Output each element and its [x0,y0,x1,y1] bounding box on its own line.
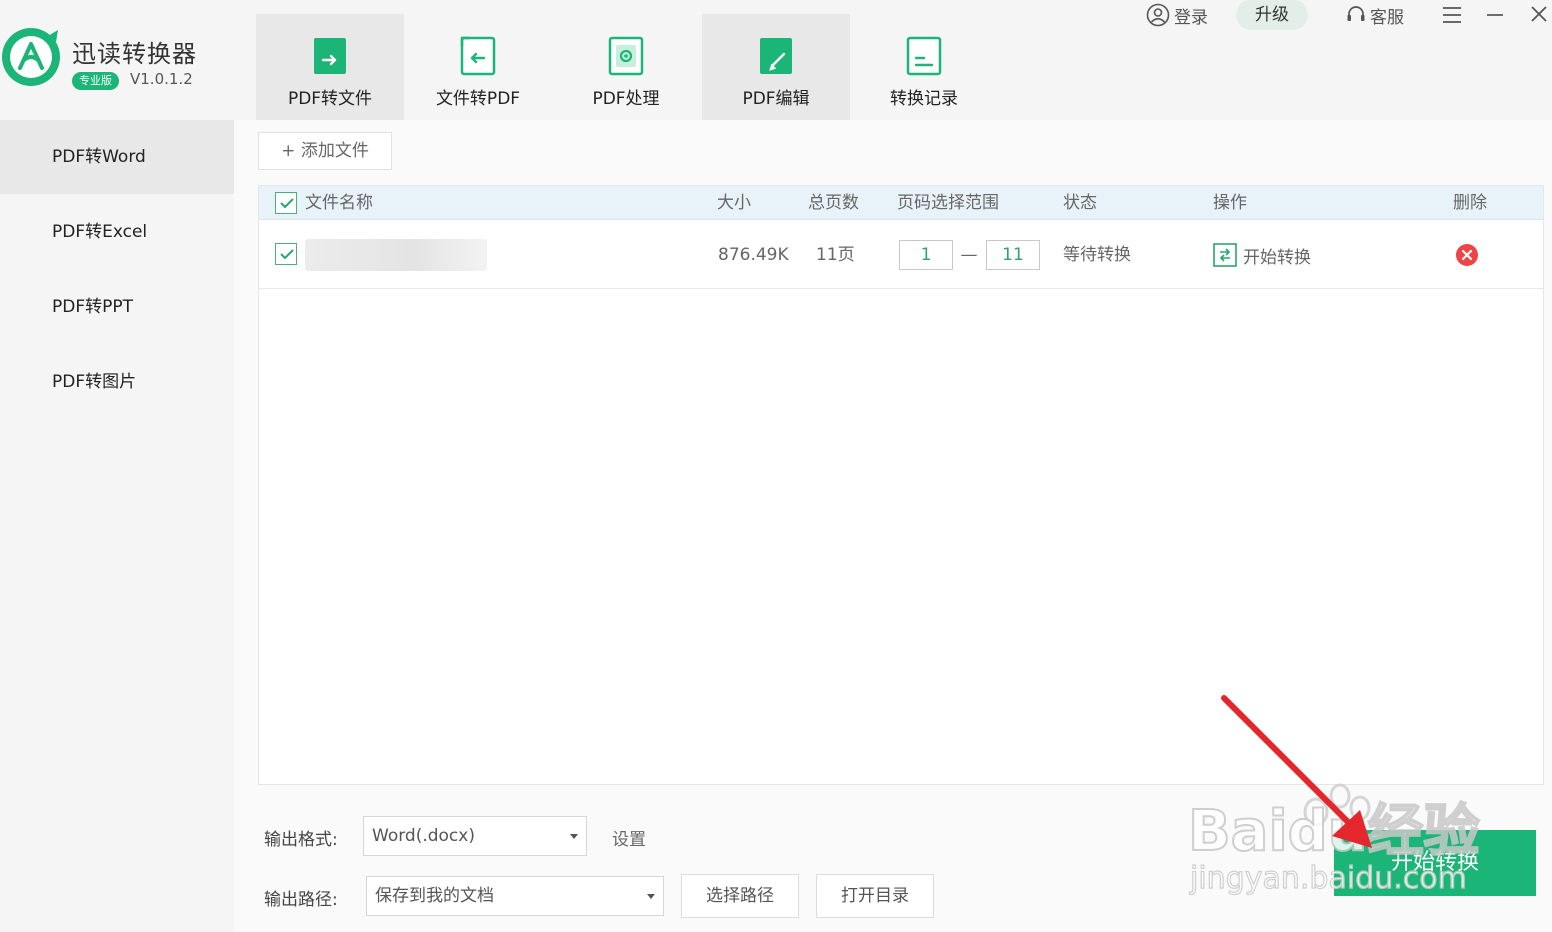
login-button[interactable]: 登录 [1146,0,1208,30]
column-header-action: 操作 [1213,193,1247,213]
output-format-value: Word(.docx) [372,826,475,846]
column-header-size: 大小 [717,193,751,213]
customer-service-label: 客服 [1370,7,1404,28]
convert-icon [1213,243,1237,267]
tab-pdf-to-file[interactable]: PDF转文件 [256,14,404,120]
sidebar-item-pdf-to-word[interactable]: PDF转Word [0,120,234,194]
column-header-pages: 总页数 [808,193,859,213]
row-action-label: 开始转换 [1243,247,1311,268]
check-icon [280,198,294,209]
file-size: 876.49K [718,245,789,265]
output-format-select[interactable]: Word(.docx) [363,816,587,856]
pdf-process-icon [608,36,644,76]
column-header-delete: 删除 [1453,193,1487,213]
page-range-from-input[interactable]: 1 [899,240,953,270]
page-range-to-input[interactable]: 11 [986,240,1040,270]
add-file-button[interactable]: + 添加文件 [258,132,392,170]
app-logo-icon [2,28,60,86]
headset-icon [1347,6,1365,21]
sidebar-item-pdf-to-excel[interactable]: PDF转Excel [0,195,234,269]
column-header-status: 状态 [1063,193,1097,213]
settings-link[interactable]: 设置 [612,825,646,850]
tab-label: PDF转文件 [287,89,373,109]
pdf-edit-icon [760,38,792,74]
minimize-icon[interactable] [1486,6,1504,24]
output-format-label: 输出格式: [264,830,338,850]
user-icon [1146,3,1170,27]
tab-label: PDF处理 [592,89,660,109]
sidebar: PDF转Word PDF转Excel PDF转PPT PDF转图片 [0,120,234,932]
range-separator: — [960,245,978,265]
tab-file-to-pdf[interactable]: 文件转PDF [404,14,552,120]
tab-label: 文件转PDF [435,89,521,109]
tab-conversion-history[interactable]: 转换记录 [850,14,998,120]
file-table: 文件名称 大小 总页数 页码选择范围 状态 操作 删除 876.49K 11页 … [258,185,1544,785]
table-row: 876.49K 11页 1 — 11 等待转换 开始转换 [259,221,1543,289]
tab-label: PDF编辑 [742,89,810,109]
column-header-page-range: 页码选择范围 [897,193,999,213]
choose-path-button[interactable]: 选择路径 [681,874,799,918]
file-to-pdf-icon [460,36,496,76]
dropdown-caret-icon [647,894,655,899]
tab-label: 转换记录 [890,89,958,109]
check-icon [280,249,294,260]
tab-pdf-process[interactable]: PDF处理 [552,14,700,120]
login-label: 登录 [1174,7,1208,28]
column-header-filename: 文件名称 [305,193,373,213]
row-status: 等待转换 [1063,245,1131,265]
output-path-label: 输出路径: [264,890,338,910]
app-version: V1.0.1.2 [130,70,193,88]
page-count: 11页 [816,245,855,265]
sidebar-item-pdf-to-ppt[interactable]: PDF转PPT [0,270,234,344]
select-all-checkbox[interactable] [275,192,297,214]
customer-service-button[interactable]: 客服 [1346,0,1404,30]
conversion-history-icon [906,36,942,76]
output-path-select[interactable]: 保存到我的文档 [366,876,664,916]
file-name-redacted [305,239,487,271]
start-convert-button[interactable]: 开始转换 [1334,830,1536,896]
tab-pdf-edit[interactable]: PDF编辑 [702,14,850,120]
table-header: 文件名称 大小 总页数 页码选择范围 状态 操作 删除 [259,186,1543,220]
upgrade-button[interactable]: 升级 [1236,0,1308,30]
menu-icon[interactable] [1442,6,1462,24]
row-start-convert-button[interactable]: 开始转换 [1213,221,1311,289]
sidebar-item-pdf-to-image[interactable]: PDF转图片 [0,345,234,419]
close-icon[interactable] [1530,5,1548,23]
dropdown-caret-icon [570,834,578,839]
app-name: 迅读转换器 [72,40,197,68]
pdf-to-file-icon [314,38,346,74]
open-directory-button[interactable]: 打开目录 [816,874,934,918]
output-path-value: 保存到我的文档 [375,886,494,906]
edition-badge: 专业版 [72,72,119,90]
top-bar: 迅读转换器 专业版 V1.0.1.2 PDF转文件 文件转PDF PDF处理 P… [0,0,1552,120]
row-checkbox[interactable] [275,243,297,265]
delete-icon[interactable] [1455,243,1479,267]
